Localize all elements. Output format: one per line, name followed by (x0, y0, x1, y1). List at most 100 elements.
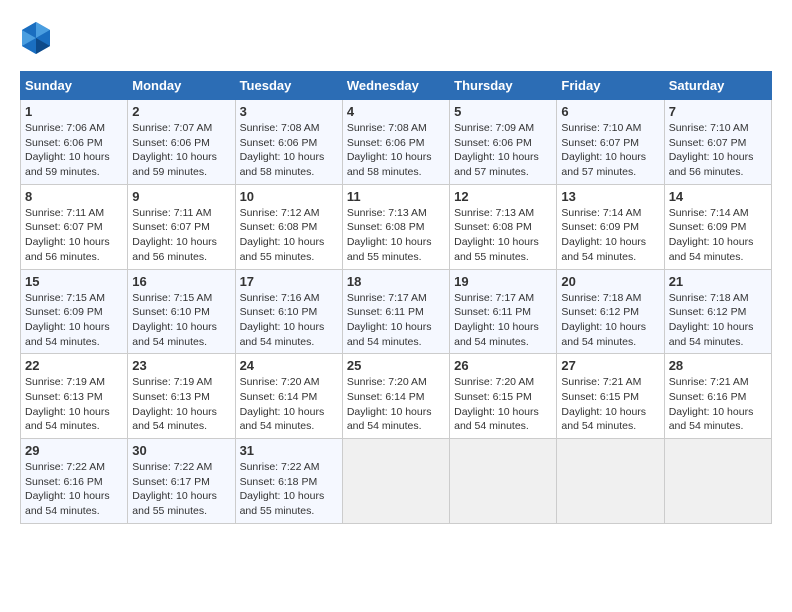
calendar-cell: 3 Sunrise: 7:08 AM Sunset: 6:06 PM Dayli… (235, 100, 342, 185)
calendar-cell (450, 439, 557, 524)
calendar-cell: 19 Sunrise: 7:17 AM Sunset: 6:11 PM Dayl… (450, 269, 557, 354)
day-number: 7 (669, 104, 767, 119)
day-number: 31 (240, 443, 338, 458)
calendar-cell: 20 Sunrise: 7:18 AM Sunset: 6:12 PM Dayl… (557, 269, 664, 354)
calendar-cell: 13 Sunrise: 7:14 AM Sunset: 6:09 PM Dayl… (557, 184, 664, 269)
day-number: 17 (240, 274, 338, 289)
calendar-cell: 2 Sunrise: 7:07 AM Sunset: 6:06 PM Dayli… (128, 100, 235, 185)
day-info: Sunrise: 7:13 AM Sunset: 6:08 PM Dayligh… (347, 206, 445, 265)
day-info: Sunrise: 7:13 AM Sunset: 6:08 PM Dayligh… (454, 206, 552, 265)
calendar-cell: 16 Sunrise: 7:15 AM Sunset: 6:10 PM Dayl… (128, 269, 235, 354)
day-info: Sunrise: 7:10 AM Sunset: 6:07 PM Dayligh… (561, 121, 659, 180)
calendar-cell (557, 439, 664, 524)
calendar-week-1: 1 Sunrise: 7:06 AM Sunset: 6:06 PM Dayli… (21, 100, 772, 185)
calendar-week-3: 15 Sunrise: 7:15 AM Sunset: 6:09 PM Dayl… (21, 269, 772, 354)
day-info: Sunrise: 7:18 AM Sunset: 6:12 PM Dayligh… (561, 291, 659, 350)
calendar-cell: 9 Sunrise: 7:11 AM Sunset: 6:07 PM Dayli… (128, 184, 235, 269)
logo (20, 20, 56, 61)
day-number: 1 (25, 104, 123, 119)
day-number: 9 (132, 189, 230, 204)
day-info: Sunrise: 7:15 AM Sunset: 6:09 PM Dayligh… (25, 291, 123, 350)
calendar-header-friday: Friday (557, 72, 664, 100)
calendar-header-thursday: Thursday (450, 72, 557, 100)
calendar-cell: 27 Sunrise: 7:21 AM Sunset: 6:15 PM Dayl… (557, 354, 664, 439)
day-number: 27 (561, 358, 659, 373)
day-number: 4 (347, 104, 445, 119)
day-number: 29 (25, 443, 123, 458)
day-info: Sunrise: 7:10 AM Sunset: 6:07 PM Dayligh… (669, 121, 767, 180)
calendar-cell: 24 Sunrise: 7:20 AM Sunset: 6:14 PM Dayl… (235, 354, 342, 439)
day-info: Sunrise: 7:12 AM Sunset: 6:08 PM Dayligh… (240, 206, 338, 265)
calendar-cell: 26 Sunrise: 7:20 AM Sunset: 6:15 PM Dayl… (450, 354, 557, 439)
calendar-cell: 21 Sunrise: 7:18 AM Sunset: 6:12 PM Dayl… (664, 269, 771, 354)
calendar-cell: 7 Sunrise: 7:10 AM Sunset: 6:07 PM Dayli… (664, 100, 771, 185)
day-number: 3 (240, 104, 338, 119)
day-info: Sunrise: 7:21 AM Sunset: 6:16 PM Dayligh… (669, 375, 767, 434)
calendar-cell: 29 Sunrise: 7:22 AM Sunset: 6:16 PM Dayl… (21, 439, 128, 524)
day-number: 16 (132, 274, 230, 289)
calendar-header-monday: Monday (128, 72, 235, 100)
day-number: 22 (25, 358, 123, 373)
logo-icon (20, 20, 52, 61)
calendar-cell: 25 Sunrise: 7:20 AM Sunset: 6:14 PM Dayl… (342, 354, 449, 439)
day-info: Sunrise: 7:19 AM Sunset: 6:13 PM Dayligh… (25, 375, 123, 434)
calendar-cell: 4 Sunrise: 7:08 AM Sunset: 6:06 PM Dayli… (342, 100, 449, 185)
calendar-cell: 1 Sunrise: 7:06 AM Sunset: 6:06 PM Dayli… (21, 100, 128, 185)
day-info: Sunrise: 7:22 AM Sunset: 6:16 PM Dayligh… (25, 460, 123, 519)
day-info: Sunrise: 7:09 AM Sunset: 6:06 PM Dayligh… (454, 121, 552, 180)
calendar-cell: 14 Sunrise: 7:14 AM Sunset: 6:09 PM Dayl… (664, 184, 771, 269)
calendar-cell: 30 Sunrise: 7:22 AM Sunset: 6:17 PM Dayl… (128, 439, 235, 524)
day-info: Sunrise: 7:14 AM Sunset: 6:09 PM Dayligh… (669, 206, 767, 265)
calendar-cell: 8 Sunrise: 7:11 AM Sunset: 6:07 PM Dayli… (21, 184, 128, 269)
calendar-cell: 15 Sunrise: 7:15 AM Sunset: 6:09 PM Dayl… (21, 269, 128, 354)
day-number: 11 (347, 189, 445, 204)
day-number: 28 (669, 358, 767, 373)
day-info: Sunrise: 7:14 AM Sunset: 6:09 PM Dayligh… (561, 206, 659, 265)
calendar-cell: 5 Sunrise: 7:09 AM Sunset: 6:06 PM Dayli… (450, 100, 557, 185)
day-info: Sunrise: 7:16 AM Sunset: 6:10 PM Dayligh… (240, 291, 338, 350)
day-info: Sunrise: 7:20 AM Sunset: 6:14 PM Dayligh… (240, 375, 338, 434)
calendar-cell: 11 Sunrise: 7:13 AM Sunset: 6:08 PM Dayl… (342, 184, 449, 269)
calendar-body: 1 Sunrise: 7:06 AM Sunset: 6:06 PM Dayli… (21, 100, 772, 524)
day-info: Sunrise: 7:22 AM Sunset: 6:18 PM Dayligh… (240, 460, 338, 519)
calendar-week-4: 22 Sunrise: 7:19 AM Sunset: 6:13 PM Dayl… (21, 354, 772, 439)
calendar-week-5: 29 Sunrise: 7:22 AM Sunset: 6:16 PM Dayl… (21, 439, 772, 524)
calendar-header-saturday: Saturday (664, 72, 771, 100)
day-number: 5 (454, 104, 552, 119)
day-number: 13 (561, 189, 659, 204)
page-header (20, 20, 772, 61)
calendar-cell: 12 Sunrise: 7:13 AM Sunset: 6:08 PM Dayl… (450, 184, 557, 269)
day-number: 18 (347, 274, 445, 289)
day-info: Sunrise: 7:08 AM Sunset: 6:06 PM Dayligh… (240, 121, 338, 180)
day-number: 8 (25, 189, 123, 204)
day-number: 23 (132, 358, 230, 373)
day-info: Sunrise: 7:20 AM Sunset: 6:14 PM Dayligh… (347, 375, 445, 434)
calendar-cell (342, 439, 449, 524)
calendar-cell (664, 439, 771, 524)
day-number: 6 (561, 104, 659, 119)
calendar-table: SundayMondayTuesdayWednesdayThursdayFrid… (20, 71, 772, 524)
day-number: 26 (454, 358, 552, 373)
day-info: Sunrise: 7:07 AM Sunset: 6:06 PM Dayligh… (132, 121, 230, 180)
calendar-header-row: SundayMondayTuesdayWednesdayThursdayFrid… (21, 72, 772, 100)
calendar-week-2: 8 Sunrise: 7:11 AM Sunset: 6:07 PM Dayli… (21, 184, 772, 269)
day-number: 10 (240, 189, 338, 204)
day-number: 21 (669, 274, 767, 289)
day-info: Sunrise: 7:08 AM Sunset: 6:06 PM Dayligh… (347, 121, 445, 180)
day-number: 2 (132, 104, 230, 119)
day-info: Sunrise: 7:18 AM Sunset: 6:12 PM Dayligh… (669, 291, 767, 350)
calendar-cell: 10 Sunrise: 7:12 AM Sunset: 6:08 PM Dayl… (235, 184, 342, 269)
calendar-header-tuesday: Tuesday (235, 72, 342, 100)
day-info: Sunrise: 7:20 AM Sunset: 6:15 PM Dayligh… (454, 375, 552, 434)
calendar-cell: 6 Sunrise: 7:10 AM Sunset: 6:07 PM Dayli… (557, 100, 664, 185)
day-number: 25 (347, 358, 445, 373)
day-number: 12 (454, 189, 552, 204)
day-info: Sunrise: 7:06 AM Sunset: 6:06 PM Dayligh… (25, 121, 123, 180)
day-number: 19 (454, 274, 552, 289)
calendar-header-sunday: Sunday (21, 72, 128, 100)
day-number: 15 (25, 274, 123, 289)
day-info: Sunrise: 7:21 AM Sunset: 6:15 PM Dayligh… (561, 375, 659, 434)
day-info: Sunrise: 7:19 AM Sunset: 6:13 PM Dayligh… (132, 375, 230, 434)
day-info: Sunrise: 7:11 AM Sunset: 6:07 PM Dayligh… (132, 206, 230, 265)
calendar-cell: 23 Sunrise: 7:19 AM Sunset: 6:13 PM Dayl… (128, 354, 235, 439)
